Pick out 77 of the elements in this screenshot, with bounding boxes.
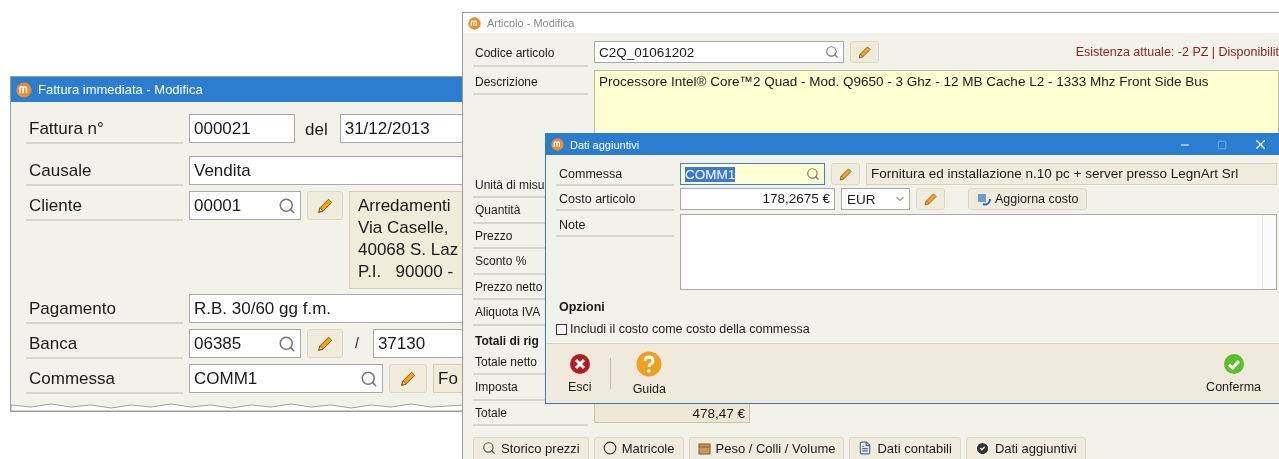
lookup-field[interactable]: C2Q_01061202	[594, 41, 844, 63]
pencil-icon	[316, 196, 334, 215]
help-icon	[636, 351, 663, 377]
action-button[interactable]: Guida	[622, 344, 676, 403]
cost-field[interactable]: 178,2675 €	[680, 188, 835, 210]
separator-text: /	[355, 334, 359, 351]
search-icon	[806, 167, 820, 181]
tab-button[interactable]: Matricole	[593, 437, 684, 459]
pencil-icon	[857, 44, 872, 60]
scrollbar[interactable]	[1262, 215, 1276, 289]
checkbox[interactable]	[556, 323, 567, 335]
notes-field[interactable]	[680, 214, 1277, 290]
field-label: Cliente	[26, 191, 183, 221]
stock-info: Esistenza attuale: -2 PZ | Disponibilit	[1075, 44, 1279, 59]
edit-button[interactable]	[916, 188, 945, 210]
circle-icon	[602, 441, 617, 455]
description-field: Fornitura ed installazione n.10 pc + server presso LegnArt Srl	[866, 163, 1277, 185]
field-label: Costo articolo	[556, 188, 674, 211]
maximize-icon[interactable]	[1217, 139, 1227, 150]
lookup-field[interactable]: COMM1	[189, 364, 383, 393]
date-field[interactable]: 31/12/2013	[339, 114, 462, 143]
box-icon	[697, 441, 711, 455]
search-icon	[825, 45, 839, 59]
field-label: Note	[556, 214, 674, 237]
app-logo-icon	[468, 16, 481, 30]
field-label: Commessa	[556, 163, 674, 186]
document-icon	[858, 441, 873, 455]
address-line: 40068 S. Laz	[358, 239, 460, 261]
close-icon	[568, 353, 591, 375]
lookup-field[interactable]: COMM1	[680, 163, 825, 185]
edit-button[interactable]	[850, 41, 879, 63]
currency-select[interactable]: EUR	[841, 188, 910, 210]
input-field[interactable]: Vendita	[189, 156, 462, 185]
field-label: Fattura n°	[26, 114, 183, 144]
lookup-field[interactable]: 00001	[189, 191, 301, 220]
field-label: Descrizione	[473, 69, 588, 95]
field-label: Codice articolo	[473, 41, 588, 67]
edit-button[interactable]	[389, 364, 427, 393]
address-line: Arredamenti	[358, 195, 452, 217]
tab-button[interactable]: Dati contabili	[849, 437, 961, 459]
description-field: Fo	[433, 364, 462, 393]
search-icon	[278, 334, 296, 353]
section-heading: Totali di rig	[474, 332, 539, 350]
app-logo-icon	[551, 138, 564, 151]
input-field[interactable]: R.B. 30/60 gg f.m.	[189, 294, 462, 323]
refresh-cost-button[interactable]: Aggiorna costo	[968, 188, 1088, 210]
edit-button[interactable]	[307, 329, 343, 358]
check-circle-icon	[974, 440, 990, 456]
pencil-icon	[838, 166, 853, 182]
tab-button[interactable]: Dati aggiuntivi	[965, 437, 1086, 459]
edit-button[interactable]	[831, 163, 860, 185]
lookup-field[interactable]: 06385	[189, 329, 301, 358]
address-line: Via Caselle,	[358, 217, 450, 239]
refresh-icon	[977, 192, 991, 206]
pencil-icon	[316, 334, 334, 353]
field-label: Pagamento	[26, 294, 183, 324]
edit-button[interactable]	[307, 191, 343, 220]
window-title: Fattura immediata - Modifica	[38, 82, 203, 97]
pencil-icon	[399, 369, 417, 388]
field-label: Commessa	[26, 364, 183, 394]
search-icon	[482, 441, 496, 455]
input-field[interactable]: 37130	[372, 329, 462, 358]
field-label: del	[305, 119, 328, 140]
address-line: P.I. 90000 -	[358, 261, 455, 283]
search-icon	[360, 369, 378, 388]
tab-button[interactable]: Peso / Colli / Volume	[688, 437, 845, 459]
action-button[interactable]: Conferma	[1196, 344, 1271, 403]
input-field[interactable]: 000021	[189, 114, 295, 143]
field-label: Banca	[26, 329, 183, 359]
field-label: Causale	[26, 156, 183, 186]
app-logo-icon	[16, 81, 32, 98]
close-icon[interactable]	[1253, 137, 1268, 152]
window-title: Articolo - Modifica	[487, 17, 575, 29]
search-icon	[278, 196, 296, 215]
checkmark-icon	[1222, 353, 1245, 375]
pencil-icon	[923, 191, 938, 207]
tab-button[interactable]: Storico prezzi	[473, 437, 589, 459]
